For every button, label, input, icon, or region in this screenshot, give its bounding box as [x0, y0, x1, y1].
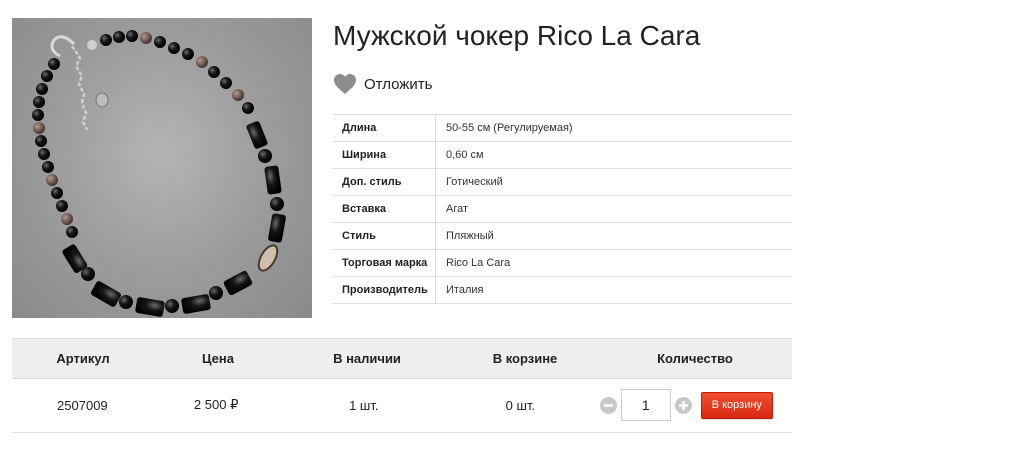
spec-value: Агат: [435, 195, 792, 223]
plus-icon: [678, 400, 688, 410]
product-title: Мужской чокер Rico La Cara: [333, 20, 701, 51]
spec-key: Длина: [333, 114, 436, 142]
sku-value: 2507009: [57, 397, 108, 413]
header-stock: В наличии: [333, 351, 401, 366]
spec-value: Пляжный: [435, 222, 792, 250]
spec-row: Вставка Агат: [333, 195, 792, 223]
heart-icon: [334, 74, 356, 94]
purchase-table-header: Артикул Цена В наличии В корзине Количес…: [12, 338, 792, 379]
spec-key: Торговая марка: [333, 249, 436, 277]
header-sku: Артикул: [56, 351, 110, 366]
increase-quantity-button[interactable]: [674, 396, 692, 414]
spec-row: Торговая марка Rico La Cara: [333, 249, 792, 277]
in-cart-value: 0 шт.: [505, 397, 536, 413]
specs-table: Длина 50-55 см (Регулируемая) Ширина 0,6…: [333, 114, 792, 304]
spec-key: Ширина: [333, 141, 436, 169]
purchase-row: 2507009 2 500 ₽ 1 шт. 0 шт. В корзину: [12, 378, 792, 433]
header-price: Цена: [202, 351, 234, 366]
spec-row: Производитель Италия: [333, 276, 792, 304]
spec-key: Вставка: [333, 195, 436, 223]
header-quantity: Количество: [657, 351, 733, 366]
price-value: 2 500 ₽: [193, 397, 239, 412]
spec-row: Ширина 0,60 см: [333, 141, 792, 169]
decrease-quantity-button[interactable]: [599, 396, 617, 414]
spec-value: 50-55 см (Регулируемая): [435, 114, 792, 142]
quantity-stepper: В корзину: [593, 389, 792, 421]
spec-row: Стиль Пляжный: [333, 222, 792, 250]
spec-value: Готический: [435, 168, 792, 196]
header-in-cart: В корзине: [492, 351, 558, 366]
necklace-photo: [32, 30, 286, 317]
spec-key: Стиль: [333, 222, 436, 250]
spec-row: Доп. стиль Готический: [333, 168, 792, 196]
stock-value: 1 шт.: [349, 397, 379, 413]
wishlist-label: Отложить: [364, 75, 433, 93]
spec-key: Производитель: [333, 276, 436, 304]
minus-icon: [603, 403, 613, 407]
quantity-input[interactable]: [620, 389, 671, 421]
wishlist-button[interactable]: Отложить: [333, 72, 432, 96]
spec-value: Rico La Cara: [435, 249, 792, 277]
product-image[interactable]: [12, 18, 312, 318]
add-to-cart-button[interactable]: В корзину: [700, 391, 773, 419]
spec-key: Доп. стиль: [333, 168, 436, 196]
spec-value: Италия: [435, 276, 792, 304]
spec-value: 0,60 см: [435, 141, 792, 169]
spec-row: Длина 50-55 см (Регулируемая): [333, 114, 792, 142]
